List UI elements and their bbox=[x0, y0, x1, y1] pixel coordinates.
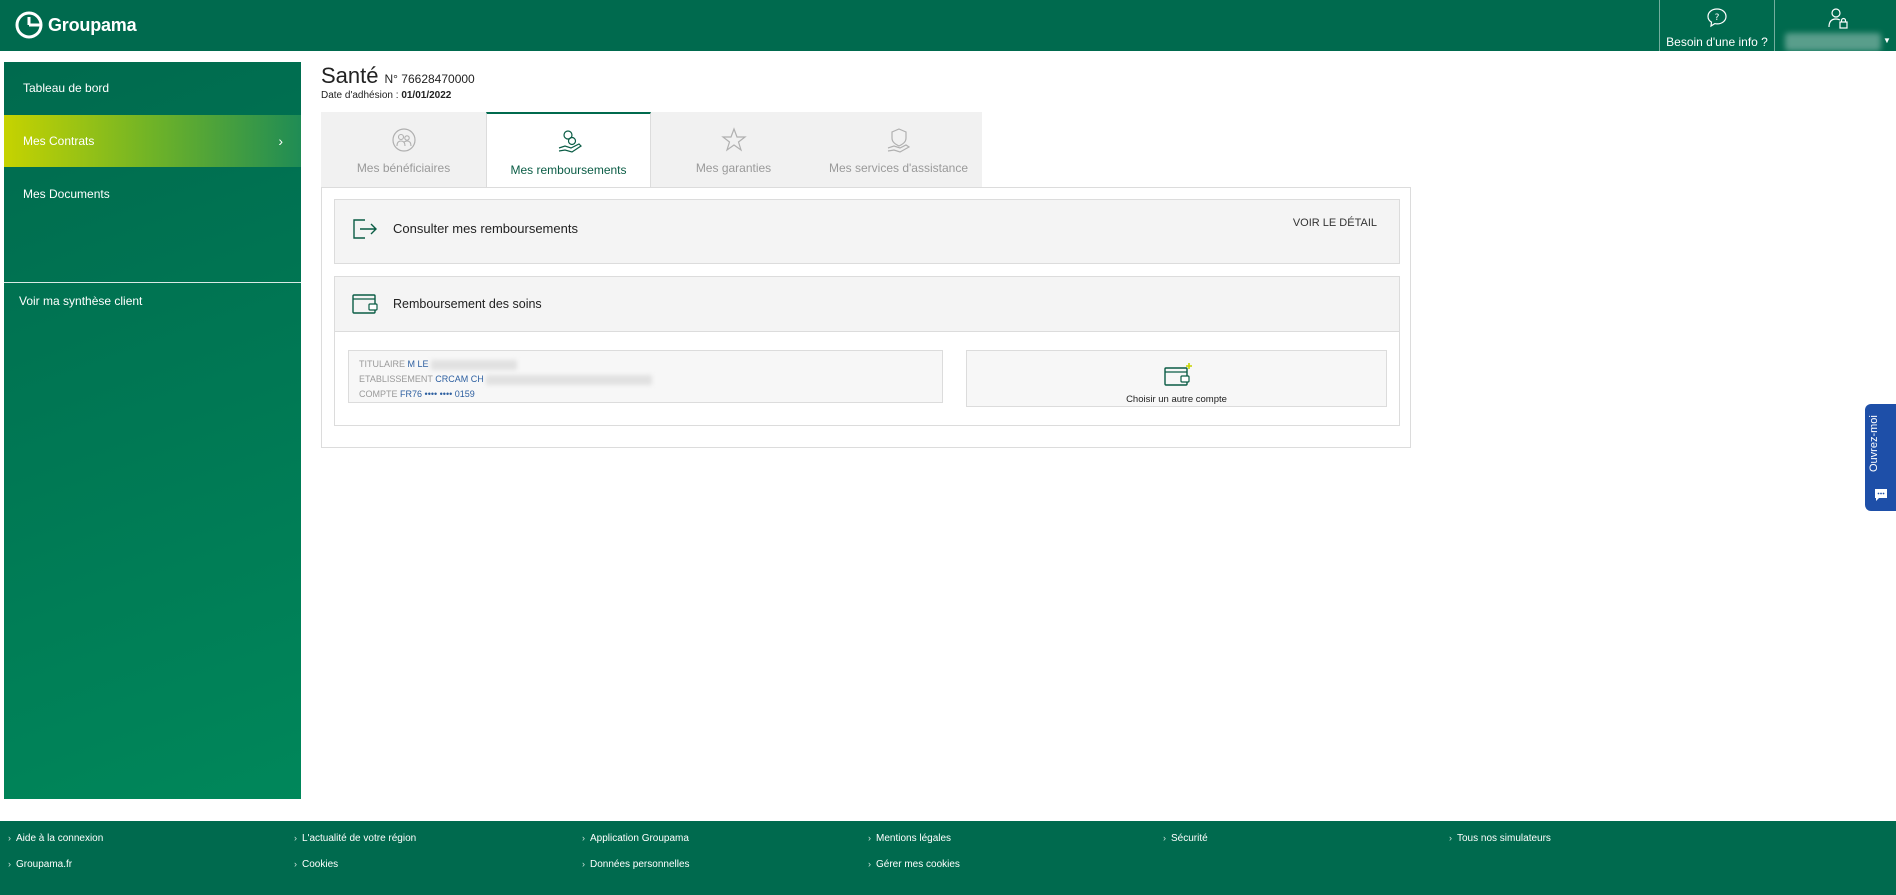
footer: › Aide à la connexion › L'actualité de vot… bbox=[0, 821, 1896, 895]
chevron-down-icon: ▼ bbox=[1883, 36, 1891, 45]
sidebar-item-mes-documents[interactable]: Mes Documents bbox=[4, 168, 301, 220]
consult-title: Consulter mes remboursements bbox=[393, 221, 578, 236]
chevron-right-icon: › bbox=[8, 859, 11, 869]
wallet-icon bbox=[352, 294, 378, 314]
footer-link-label: Aide à la connexion bbox=[16, 833, 104, 844]
footer-link-donnees-personnelles[interactable]: › Données personnelles bbox=[582, 859, 690, 870]
wallet-add-icon bbox=[1164, 363, 1192, 386]
sidebar: Tableau de bord Mes Contrats › Mes Docum… bbox=[4, 62, 301, 799]
brand-name: Groupama bbox=[48, 14, 137, 35]
adhesion-date: Date d'adhésion : 01/01/2022 bbox=[321, 90, 451, 101]
contract-tabs: Mes bénéficiaires Mes remboursements Mes… bbox=[321, 112, 982, 187]
exit-arrow-icon bbox=[353, 219, 377, 239]
titulaire-value: M LE bbox=[407, 359, 429, 369]
tab-remboursements[interactable]: Mes remboursements bbox=[486, 112, 651, 187]
footer-link-simulateurs[interactable]: › Tous nos simulateurs bbox=[1449, 833, 1551, 844]
contract-title: Santé bbox=[321, 63, 379, 88]
top-header: Groupama ? Besoin d'une info ? ▼ bbox=[0, 0, 1896, 51]
tab-beneficiaires[interactable]: Mes bénéficiaires bbox=[321, 112, 486, 187]
speech-question-icon: ? bbox=[1707, 8, 1727, 28]
footer-link-actualite-region[interactable]: › L'actualité de votre région bbox=[294, 833, 416, 844]
sidebar-item-label: Mes Documents bbox=[23, 187, 110, 201]
footer-link-groupama-fr[interactable]: › Groupama.fr bbox=[8, 859, 72, 870]
chevron-right-icon: › bbox=[294, 833, 297, 843]
tab-label: Mes services d'assistance bbox=[828, 161, 968, 175]
tab-services-assistance[interactable]: Mes services d'assistance bbox=[816, 112, 981, 187]
users-icon bbox=[392, 128, 416, 152]
titulaire-row: TITULAIRE M LE bbox=[359, 357, 932, 372]
tab-label: Mes garanties bbox=[695, 161, 772, 175]
chevron-right-icon: › bbox=[582, 833, 585, 843]
etablissement-label: ETABLISSEMENT bbox=[359, 374, 433, 384]
titulaire-label: TITULAIRE bbox=[359, 359, 406, 369]
sidebar-item-tableau-de-bord[interactable]: Tableau de bord bbox=[4, 62, 301, 114]
compte-row: COMPTE FR76 •••• •••• 0159 bbox=[359, 387, 932, 402]
star-icon bbox=[721, 127, 747, 152]
tab-label: Mes remboursements bbox=[510, 163, 627, 177]
compte-label: COMPTE bbox=[359, 389, 398, 399]
remboursement-soins-card: Remboursement des soins TITULAIRE M LE E… bbox=[334, 276, 1400, 426]
groupama-logo-icon bbox=[15, 11, 43, 39]
chevron-right-icon: › bbox=[294, 859, 297, 869]
footer-link-label: Données personnelles bbox=[590, 859, 690, 870]
footer-link-gerer-cookies[interactable]: › Gérer mes cookies bbox=[868, 859, 960, 870]
chat-bubble-icon bbox=[1875, 489, 1887, 501]
compte-value: FR76 •••• •••• 0159 bbox=[400, 389, 475, 399]
footer-link-application[interactable]: › Application Groupama bbox=[582, 833, 689, 844]
coins-hand-icon bbox=[558, 130, 582, 153]
tab-label: Mes bénéficiaires bbox=[356, 161, 451, 175]
shield-hand-icon bbox=[887, 128, 911, 153]
footer-link-label: Mentions légales bbox=[876, 833, 952, 844]
footer-link-label: L'actualité de votre région bbox=[302, 833, 417, 844]
footer-link-label: Cookies bbox=[302, 859, 339, 870]
help-label: Besoin d'une info ? bbox=[1666, 35, 1768, 49]
sidebar-divider bbox=[4, 282, 301, 283]
footer-link-label: Gérer mes cookies bbox=[876, 859, 960, 870]
tab-panel-remboursements: Consulter mes remboursements VOIR LE DÉT… bbox=[321, 187, 1411, 448]
remboursement-soins-header: Remboursement des soins bbox=[335, 277, 1399, 332]
user-lock-icon bbox=[1828, 8, 1848, 29]
chevron-right-icon: › bbox=[582, 859, 585, 869]
etablissement-value: CRCAM CH bbox=[435, 374, 484, 384]
footer-link-mentions-legales[interactable]: › Mentions légales bbox=[868, 833, 951, 844]
page-title: Santé N° 76628470000 bbox=[321, 63, 475, 89]
chevron-right-icon: › bbox=[1163, 833, 1166, 843]
groupama-logo[interactable]: Groupama bbox=[15, 11, 137, 39]
chevron-right-icon: › bbox=[868, 859, 871, 869]
user-menu-button[interactable]: ▼ bbox=[1775, 0, 1896, 51]
footer-link-cookies[interactable]: › Cookies bbox=[294, 859, 338, 870]
choose-account-label: Choisir un autre compte bbox=[1126, 394, 1227, 405]
titulaire-redacted bbox=[431, 359, 518, 370]
adhesion-value: 01/01/2022 bbox=[401, 90, 452, 101]
user-name-redacted bbox=[1785, 33, 1881, 51]
etablissement-redacted bbox=[486, 374, 653, 385]
chevron-right-icon: › bbox=[278, 133, 283, 149]
footer-link-label: Application Groupama bbox=[590, 833, 689, 844]
sidebar-item-label: Mes Contrats bbox=[23, 134, 95, 148]
chevron-right-icon: › bbox=[8, 833, 11, 843]
soins-title: Remboursement des soins bbox=[393, 297, 542, 311]
adhesion-label: Date d'adhésion : bbox=[321, 90, 402, 101]
choose-account-button[interactable]: Choisir un autre compte bbox=[966, 350, 1387, 407]
svg-text:?: ? bbox=[1715, 13, 1720, 23]
chevron-right-icon: › bbox=[1449, 833, 1452, 843]
footer-link-label: Groupama.fr bbox=[16, 859, 73, 870]
sidebar-item-label: Tableau de bord bbox=[23, 81, 110, 95]
footer-link-securite[interactable]: › Sécurité bbox=[1163, 833, 1208, 844]
chat-label: Ouvrez-moi bbox=[1868, 415, 1880, 473]
contract-number: N° 76628470000 bbox=[384, 72, 475, 86]
chat-widget-tab[interactable]: Ouvrez-moi bbox=[1865, 404, 1896, 511]
sidebar-item-mes-contrats[interactable]: Mes Contrats › bbox=[4, 115, 301, 167]
footer-link-label: Sécurité bbox=[1171, 833, 1208, 844]
footer-link-label: Tous nos simulateurs bbox=[1457, 833, 1551, 844]
account-info-box: TITULAIRE M LE ETABLISSEMENT CRCAM CH CO… bbox=[348, 350, 943, 403]
footer-link-aide-connexion[interactable]: › Aide à la connexion bbox=[8, 833, 103, 844]
voir-detail-link[interactable]: VOIR LE DÉTAIL bbox=[1293, 217, 1377, 229]
synthese-client-link[interactable]: Voir ma synthèse client bbox=[19, 294, 142, 308]
etablissement-row: ETABLISSEMENT CRCAM CH bbox=[359, 372, 932, 387]
consult-remboursements-card[interactable]: Consulter mes remboursements VOIR LE DÉT… bbox=[334, 199, 1400, 264]
tab-garanties[interactable]: Mes garanties bbox=[651, 112, 816, 187]
chevron-right-icon: › bbox=[868, 833, 871, 843]
help-button[interactable]: ? Besoin d'une info ? bbox=[1660, 0, 1774, 51]
